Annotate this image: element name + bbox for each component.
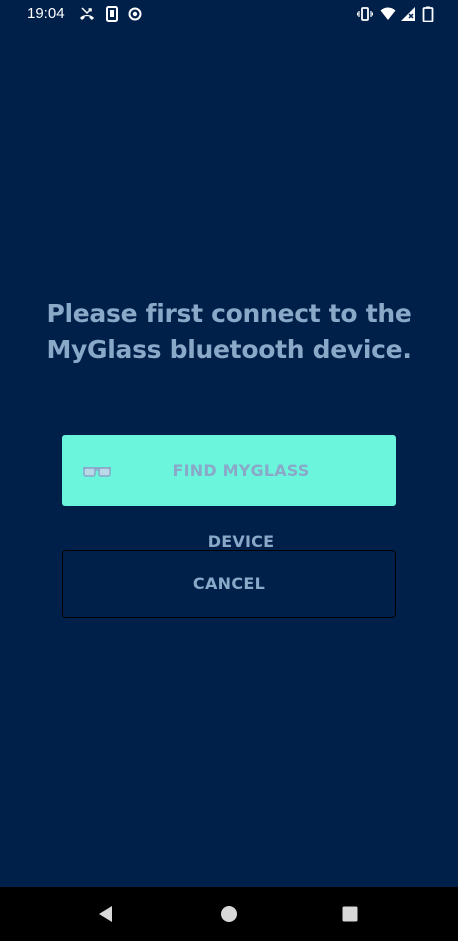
home-icon[interactable] <box>219 904 239 924</box>
recents-icon[interactable] <box>340 904 360 924</box>
sim-icon <box>104 6 120 22</box>
battery-icon <box>420 6 436 22</box>
record-icon <box>127 6 143 22</box>
missed-call-icon <box>79 6 95 22</box>
vibrate-icon <box>357 6 373 22</box>
connect-instruction-message: Please first connect to the MyGlass blue… <box>46 299 412 364</box>
navigation-bar <box>0 887 458 941</box>
find-myglass-device-button[interactable]: FIND MYGLASS DEVICE <box>62 435 396 551</box>
back-icon[interactable] <box>96 904 116 924</box>
status-time: 19:04 <box>27 5 65 22</box>
cancel-label: CANCEL <box>192 574 266 593</box>
find-myglass-device-label: FIND MYGLASS DEVICE <box>172 461 310 551</box>
cancel-button[interactable]: CANCEL <box>62 550 396 618</box>
signal-icon <box>400 6 416 22</box>
status-bar: 19:04 <box>0 0 458 28</box>
glasses-icon <box>82 460 112 480</box>
wifi-icon <box>380 6 396 22</box>
